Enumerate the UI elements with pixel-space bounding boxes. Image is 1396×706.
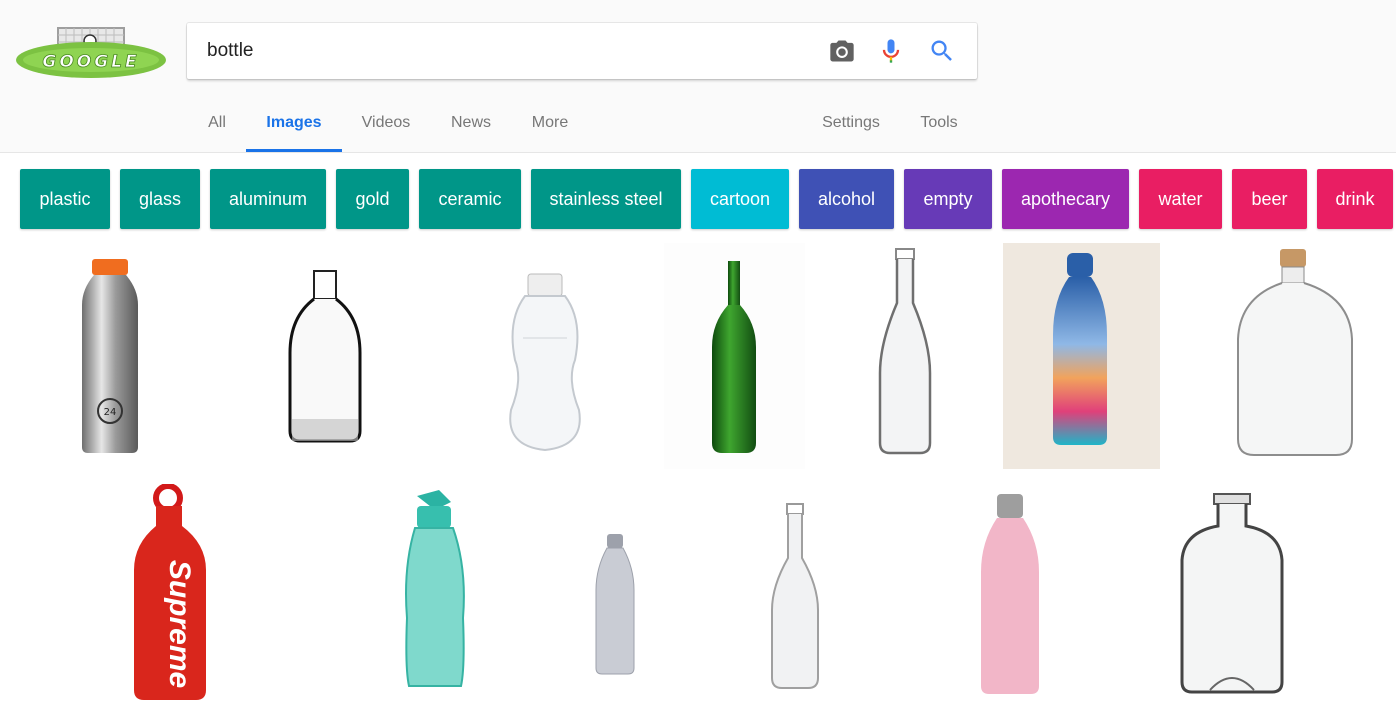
tab-news[interactable]: News [440,100,502,149]
tab-all[interactable]: All [197,100,237,149]
microphone-icon[interactable] [877,37,905,65]
chip-alcohol[interactable]: alcohol [799,169,894,229]
tab-videos[interactable]: Videos [352,100,420,149]
result-red-supreme-bottle[interactable]: Supreme [120,484,230,704]
chip-cartoon[interactable]: cartoon [691,169,789,229]
chip-drink[interactable]: drink [1317,169,1393,229]
result-plastic-water-bottle[interactable] [405,250,645,460]
chip-gold[interactable]: gold [336,169,409,229]
chip-empty[interactable]: empty [904,169,992,229]
settings-link[interactable]: Settings [812,100,890,149]
svg-text:Supreme: Supreme [163,560,196,688]
camera-icon[interactable] [828,37,856,65]
chip-apothecary[interactable]: apothecary [1002,169,1129,229]
google-doodle-logo[interactable]: GOOGLE [14,24,168,80]
tab-more[interactable]: More [520,100,580,149]
result-clear-soda-bottle[interactable] [840,243,970,469]
result-teal-plastic-bottle[interactable] [395,488,475,692]
chip-plastic[interactable]: plastic [20,169,110,229]
svg-text:24: 24 [104,407,117,418]
result-green-wine-bottle[interactable] [664,243,805,469]
result-stainless-bottle[interactable]: 24 [40,243,180,469]
chip-aluminum[interactable]: aluminum [210,169,326,229]
result-glass-decanter-bottle[interactable] [1170,490,1294,700]
result-cork-apothecary-bottle[interactable] [1220,243,1370,469]
chip-glass[interactable]: glass [120,169,200,229]
result-silver-swell-bottle[interactable] [590,530,640,678]
result-pink-swell-bottle[interactable] [975,490,1045,696]
chip-beer[interactable]: beer [1232,169,1307,229]
result-clear-beer-bottle[interactable] [760,500,830,692]
chip-stainless-steel[interactable]: stainless steel [531,169,681,229]
chip-ceramic[interactable]: ceramic [419,169,521,229]
tools-link[interactable]: Tools [910,100,968,149]
svg-text:GOOGLE: GOOGLE [42,52,139,72]
result-iridescent-bottle[interactable] [1003,243,1160,469]
search-icon[interactable] [928,37,956,65]
tab-images[interactable]: Images [246,100,342,152]
search-box [187,23,977,79]
chip-water[interactable]: water [1139,169,1222,229]
search-input[interactable] [207,23,807,79]
result-clear-glass-bottle[interactable] [220,243,400,469]
search-header: GOOGLE All Images Videos News More Setti… [0,0,1396,153]
search-tabs: All Images Videos News More Settings Too… [0,100,1396,152]
